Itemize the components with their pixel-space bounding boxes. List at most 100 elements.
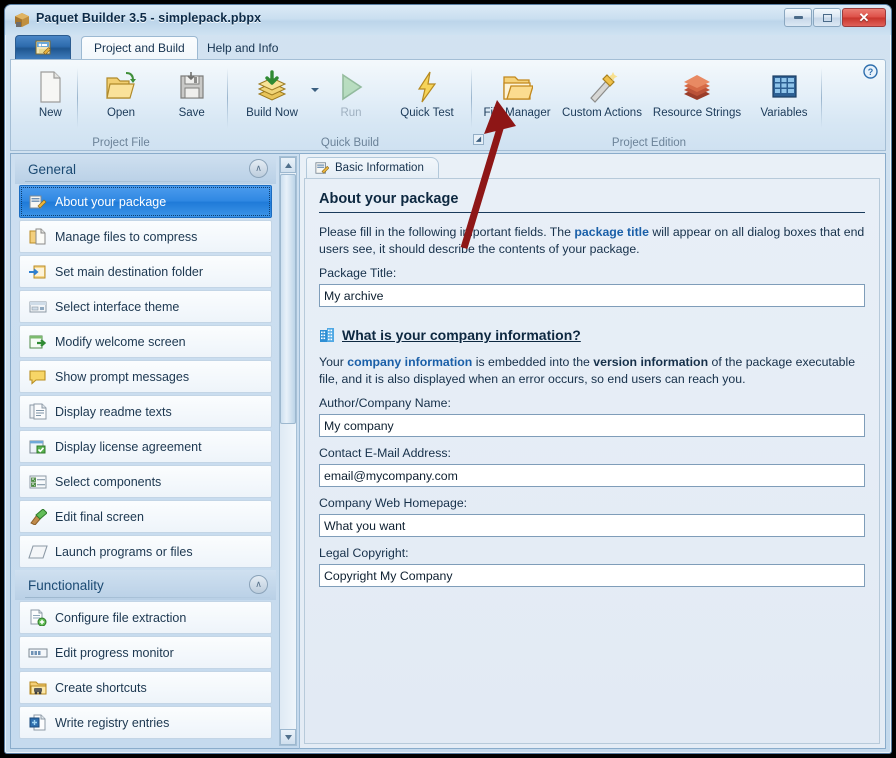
sidebar-item-set-main-destination-folder[interactable]: Set main destination folder [19, 255, 272, 288]
basic-information-icon [315, 162, 329, 174]
minimize-button[interactable] [784, 8, 812, 27]
ribbon-item-label: Run [340, 107, 362, 119]
package-title-input[interactable] [319, 284, 865, 307]
sidebar-item-select-components[interactable]: Select components [19, 465, 272, 498]
ribbon-divider [77, 68, 78, 128]
maximize-button[interactable] [813, 8, 841, 27]
save-button[interactable]: Save [156, 64, 227, 119]
save-disk-icon [177, 70, 207, 104]
new-document-icon [35, 70, 65, 104]
sidebar-item-label: Write registry entries [55, 715, 170, 730]
package-title-label: Package Title: [319, 266, 397, 280]
ribbon-item-label: Resource Strings [652, 107, 742, 119]
svg-text:?: ? [868, 67, 874, 77]
run-button[interactable]: Run [315, 64, 387, 119]
sidebar-item-launch-programs-or-files[interactable]: Launch programs or files [19, 535, 272, 568]
company-description: Your company information is embedded int… [319, 354, 865, 387]
sidebar-item-manage-files-to-compress[interactable]: Manage files to compress [19, 220, 272, 253]
sidebar-item-label: Display readme texts [55, 404, 172, 419]
open-button[interactable]: Open [86, 64, 157, 119]
section-collapse-icon[interactable]: ∧ [249, 159, 268, 178]
tab-project-and-build[interactable]: Project and Build [81, 36, 198, 59]
author-company-name-input[interactable] [319, 414, 865, 437]
sidebar-item-label: Edit progress monitor [55, 645, 174, 660]
resource-strings-button[interactable]: Resource Strings [647, 64, 747, 119]
create-shortcuts-icon [28, 679, 48, 696]
sidebar-item-label: Configure file extraction [55, 610, 187, 625]
custom-actions-button[interactable]: Custom Actions [557, 64, 647, 119]
tab-basic-information[interactable]: Basic Information [306, 157, 439, 178]
legal-copyright-input[interactable] [319, 564, 865, 587]
package-title-link[interactable]: package title [574, 225, 649, 239]
sidebar-item-label: Select components [55, 474, 162, 489]
window-controls: ✕ [784, 8, 886, 27]
sidebar-item-label: Launch programs or files [55, 544, 193, 559]
tab-label: Project and Build [94, 41, 185, 55]
sidebar-item-show-prompt-messages[interactable]: Show prompt messages [19, 360, 272, 393]
sidebar-item-display-license-agreement[interactable]: Display license agreement [19, 430, 272, 463]
variables-grid-icon [769, 70, 799, 104]
ribbon-tab-strip: Project and Build Help and Info [5, 35, 891, 59]
sidebar-item-label: Create shortcuts [55, 680, 147, 695]
select-components-icon [28, 473, 48, 490]
sidebar-section-header[interactable]: General ∧ [15, 154, 276, 184]
about-package-icon [28, 193, 48, 210]
variables-button[interactable]: Variables [747, 64, 821, 119]
sidebar-item-configure-file-extraction[interactable]: Configure file extraction [19, 601, 272, 634]
application-window: Paquet Builder 3.5 - simplepack.pbpx ✕ P… [4, 4, 892, 754]
build-now-button[interactable]: Build Now [229, 64, 319, 119]
company-desc-p2: is embedded into the [472, 355, 594, 369]
ribbon-group-quick-build: Build Now Run Quick Test Quick Build [229, 60, 471, 152]
ribbon-item-label: Custom Actions [562, 107, 642, 119]
panel-body: About your package Please fill in the fo… [304, 178, 880, 744]
section-collapse-icon[interactable]: ∧ [249, 575, 268, 594]
application-menu-button[interactable] [15, 35, 71, 59]
sidebar-item-about-your-package[interactable]: About your package [19, 185, 272, 218]
custom-actions-wand-icon [586, 70, 618, 104]
run-play-icon [335, 70, 367, 104]
company-information-link[interactable]: company information [347, 355, 472, 369]
license-agreement-icon [28, 438, 48, 455]
new-button[interactable]: New [15, 64, 86, 119]
sidebar-item-write-registry-entries[interactable]: Write registry entries [19, 706, 272, 739]
help-icon[interactable]: ? [863, 64, 878, 79]
destination-folder-icon [28, 263, 48, 280]
welcome-screen-icon [28, 333, 48, 350]
company-homepage-input[interactable] [319, 514, 865, 537]
ribbon-group-separator [471, 68, 472, 128]
sidebar-scrollbar[interactable] [279, 156, 297, 746]
sidebar-item-modify-welcome-screen[interactable]: Modify welcome screen [19, 325, 272, 358]
ribbon-item-label: Save [178, 107, 205, 119]
scroll-down-button[interactable] [280, 729, 296, 745]
quick-test-button[interactable]: Quick Test [387, 64, 467, 119]
tab-help-and-info[interactable]: Help and Info [195, 37, 290, 59]
build-stack-icon [255, 70, 289, 104]
sidebar-section-header[interactable]: Functionality ∧ [15, 570, 276, 600]
content-area: General ∧ About your package Manage files t… [10, 153, 886, 749]
sidebar-item-label: Manage files to compress [55, 229, 198, 244]
sidebar-item-edit-final-screen[interactable]: Edit final screen [19, 500, 272, 533]
application-icon [14, 12, 30, 28]
sidebar-item-create-shortcuts[interactable]: Create shortcuts [19, 671, 272, 704]
page-title: About your package [319, 191, 865, 213]
scrollbar-thumb[interactable] [280, 174, 296, 424]
contact-email-input[interactable] [319, 464, 865, 487]
intro-paragraph: Please fill in the following important f… [319, 224, 865, 257]
sidebar-item-edit-progress-monitor[interactable]: Edit progress monitor [19, 636, 272, 669]
sidebar-item-display-readme-texts[interactable]: Display readme texts [19, 395, 272, 428]
navigation-sidebar: General ∧ About your package Manage files t… [10, 153, 299, 749]
sidebar-section-title: General [28, 161, 77, 177]
ribbon-item-label: Variables [760, 107, 808, 119]
ribbon-group-label: Project Edition [611, 137, 687, 149]
ribbon-item-label: New [38, 107, 62, 119]
scroll-up-button[interactable] [280, 157, 296, 173]
close-button[interactable]: ✕ [842, 8, 886, 27]
chevron-down-icon[interactable] [311, 88, 319, 92]
sidebar-item-select-interface-theme[interactable]: Select interface theme [19, 290, 272, 323]
ribbon-group-project-file: New Open Save Project File [15, 60, 227, 152]
file-manager-button[interactable]: File Manager [477, 64, 557, 119]
app-menu-icon [35, 40, 51, 55]
company-building-icon [320, 328, 334, 342]
manage-files-icon [28, 228, 48, 245]
caret-down-icon [284, 734, 292, 740]
